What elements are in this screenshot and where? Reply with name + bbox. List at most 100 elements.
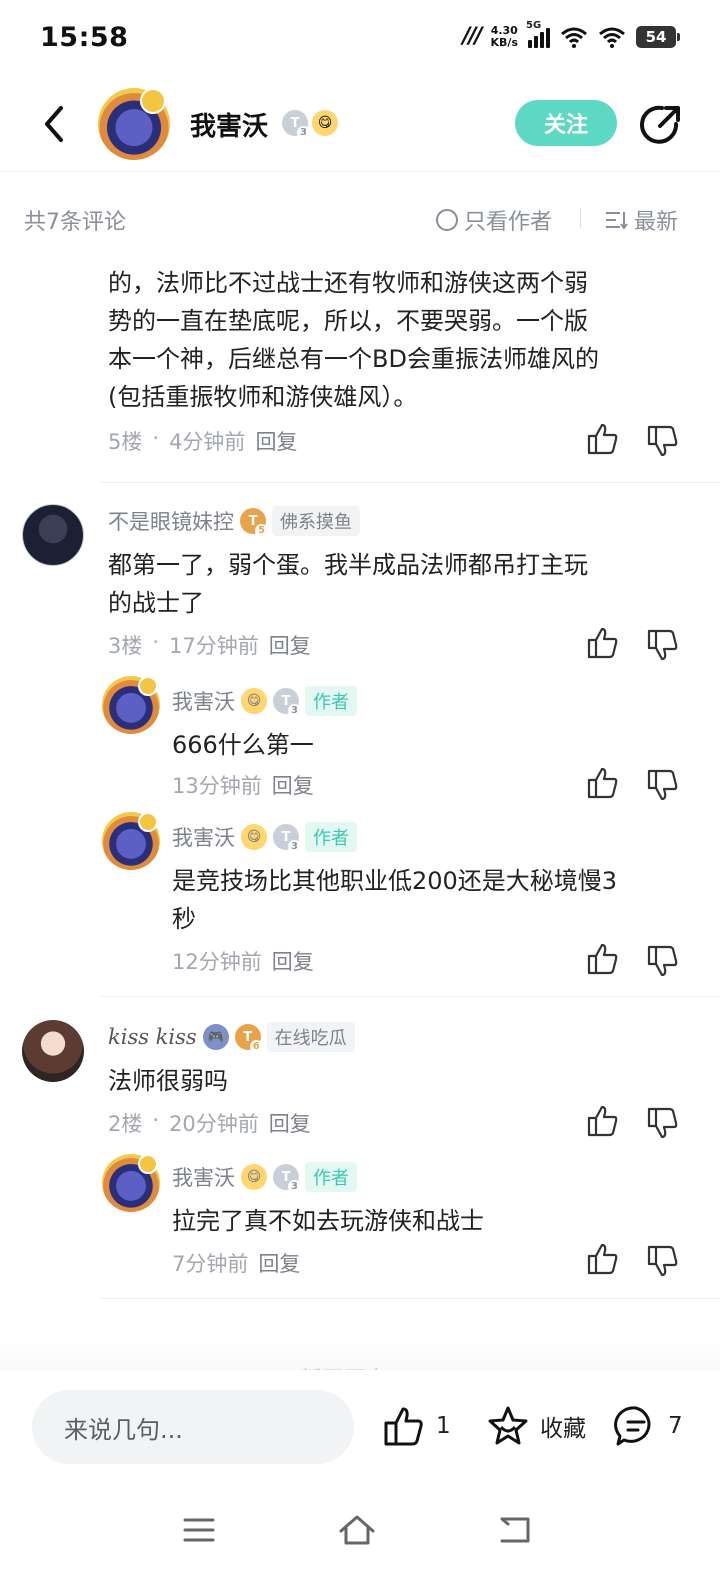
reply-text: 666什么第一 [172, 731, 314, 759]
thumbs-down-icon[interactable] [646, 628, 680, 662]
user-tag: 佛系摸鱼 [272, 506, 360, 536]
comment-input[interactable]: 来说几句... [32, 1390, 354, 1464]
carrier-logo-icon: /// [462, 24, 482, 49]
thumbs-up-icon [384, 1407, 423, 1446]
system-nav-bar [0, 1486, 720, 1584]
thumbs-up-icon[interactable] [586, 1242, 620, 1276]
star-icon [488, 1406, 528, 1445]
cell-signal-icon: 5G [526, 20, 550, 48]
emoji-badge-icon: 😋 [241, 688, 267, 714]
gamepad-badge-icon: 🎮 [202, 1024, 229, 1050]
thumbs-down-icon[interactable] [646, 424, 680, 458]
comment-meta: 5楼 · 4分钟前 回复 [108, 426, 298, 456]
thumbs-down-icon[interactable] [646, 944, 680, 978]
home-nav-button[interactable] [332, 1510, 382, 1550]
chevron-left-icon [45, 106, 63, 142]
status-time: 15:58 [40, 22, 129, 53]
avatar[interactable] [102, 812, 160, 870]
back-arrow-icon [500, 1517, 530, 1543]
thumbs-up-icon[interactable] [586, 626, 620, 660]
username[interactable]: 不是眼镜妹控 [108, 506, 234, 536]
comment-toolbar: 共7条评论 只看作者 最新 [0, 190, 720, 246]
thumbs-up-icon[interactable] [586, 766, 620, 800]
reply-button[interactable]: 回复 [255, 426, 297, 456]
back-button[interactable] [34, 102, 74, 146]
status-bar: 15:58 /// 4.30 KB/s 5G 54 [0, 0, 720, 80]
emoji-badge-icon: 😋 [241, 1164, 267, 1190]
author-tag: 作者 [305, 686, 357, 716]
level-badge-icon: T5 [240, 508, 268, 537]
only-author-toggle[interactable]: 只看作者 [436, 204, 552, 236]
username[interactable]: 我害沃 [172, 686, 235, 716]
share-icon[interactable] [638, 102, 684, 148]
reply-button[interactable]: 回复 [272, 770, 314, 800]
avatar[interactable] [102, 676, 160, 734]
menu-nav-button[interactable] [174, 1510, 224, 1550]
reply-user: 我害沃 😋 T3 作者 [172, 686, 357, 717]
reply-meta: 7分钟前 回复 [172, 1248, 300, 1278]
bottom-action-bar: 来说几句... 1 收藏 7 [0, 1370, 720, 1486]
favorite-button[interactable]: 收藏 [486, 1404, 586, 1448]
divider [100, 1298, 720, 1299]
thumbs-up-icon[interactable] [586, 1104, 620, 1138]
avatar[interactable] [22, 504, 84, 566]
author-badges: T3 😋 [282, 110, 338, 139]
author-tag: 作者 [305, 822, 357, 852]
comment-user: 不是眼镜妹控 T5 佛系摸鱼 [108, 506, 360, 537]
username[interactable]: 我害沃 [172, 1162, 235, 1192]
post-header: 我害沃 T3 😋 关注 [0, 80, 720, 172]
reply-user: 我害沃 😋 T3 作者 [172, 1162, 357, 1193]
wifi-icon [599, 27, 625, 48]
back-nav-button[interactable] [490, 1510, 540, 1550]
reply-meta: 13分钟前 回复 [172, 770, 314, 800]
thumbs-down-icon[interactable] [646, 1244, 680, 1278]
divider [100, 482, 720, 483]
status-icons: /// 4.30 KB/s 5G 54 [462, 20, 680, 49]
thumbs-up-icon[interactable] [586, 942, 620, 976]
thumbs-down-icon[interactable] [646, 768, 680, 802]
menu-icon [183, 1518, 215, 1542]
level-badge-icon: T3 [282, 110, 310, 139]
author-avatar[interactable] [98, 88, 170, 160]
home-icon [339, 1515, 375, 1545]
sort-icon [606, 212, 628, 230]
emoji-badge-icon: 😋 [312, 110, 338, 136]
reply-text: 是竞技场比其他职业低200还是大秘境慢3 秒 [172, 867, 618, 933]
comment-count: 共7条评论 [24, 210, 126, 235]
comment-button[interactable]: 7 [614, 1404, 683, 1448]
thumbs-down-icon[interactable] [646, 1106, 680, 1140]
level-badge-icon: T3 [273, 824, 301, 853]
avatar[interactable] [22, 1020, 84, 1082]
thumbs-up-icon[interactable] [586, 422, 620, 456]
divider [100, 996, 720, 997]
comment-meta: 2楼 · 20分钟前 回复 [108, 1108, 311, 1138]
comment-user: kiss kiss 🎮 T6 在线吃瓜 [108, 1022, 355, 1053]
avatar[interactable] [102, 1154, 160, 1212]
sort-button[interactable]: 最新 [604, 204, 678, 236]
reply-button[interactable]: 回复 [258, 1248, 300, 1278]
comment-text: 法师很弱吗 [108, 1067, 228, 1095]
follow-button[interactable]: 关注 [515, 100, 617, 146]
comment-text: 的，法师比不过战士还有牧师和游侠这两个弱 势的一直在垫底呢，所以，不要哭弱。一个… [108, 269, 599, 411]
emoji-badge-icon: 😋 [241, 824, 267, 850]
author-name[interactable]: 我害沃 [190, 106, 268, 143]
comment-meta: 3楼 · 17分钟前 回复 [108, 630, 311, 660]
reply-button[interactable]: 回复 [272, 946, 314, 976]
level-badge-icon: T3 [273, 1164, 301, 1193]
reply-button[interactable]: 回复 [269, 630, 311, 660]
reply-user: 我害沃 😋 T3 作者 [172, 822, 357, 853]
like-button[interactable]: 1 [382, 1404, 451, 1448]
wifi-icon [561, 27, 587, 48]
username[interactable]: 我害沃 [172, 822, 235, 852]
reply-text: 拉完了真不如去玩游侠和战士 [172, 1207, 484, 1235]
radio-icon [436, 209, 458, 231]
net-speed: 4.30 KB/s [490, 23, 518, 49]
reply-button[interactable]: 回复 [269, 1108, 311, 1138]
username[interactable]: kiss kiss [108, 1025, 197, 1049]
comment-bubble-icon [614, 1406, 651, 1446]
level-badge-icon: T3 [273, 688, 301, 717]
divider [580, 208, 581, 228]
battery-icon: 54 [636, 25, 680, 48]
comment-text: 都第一了，弱个蛋。我半成品法师都吊打主玩 的战士了 [108, 551, 588, 617]
user-tag: 在线吃瓜 [266, 1022, 355, 1052]
